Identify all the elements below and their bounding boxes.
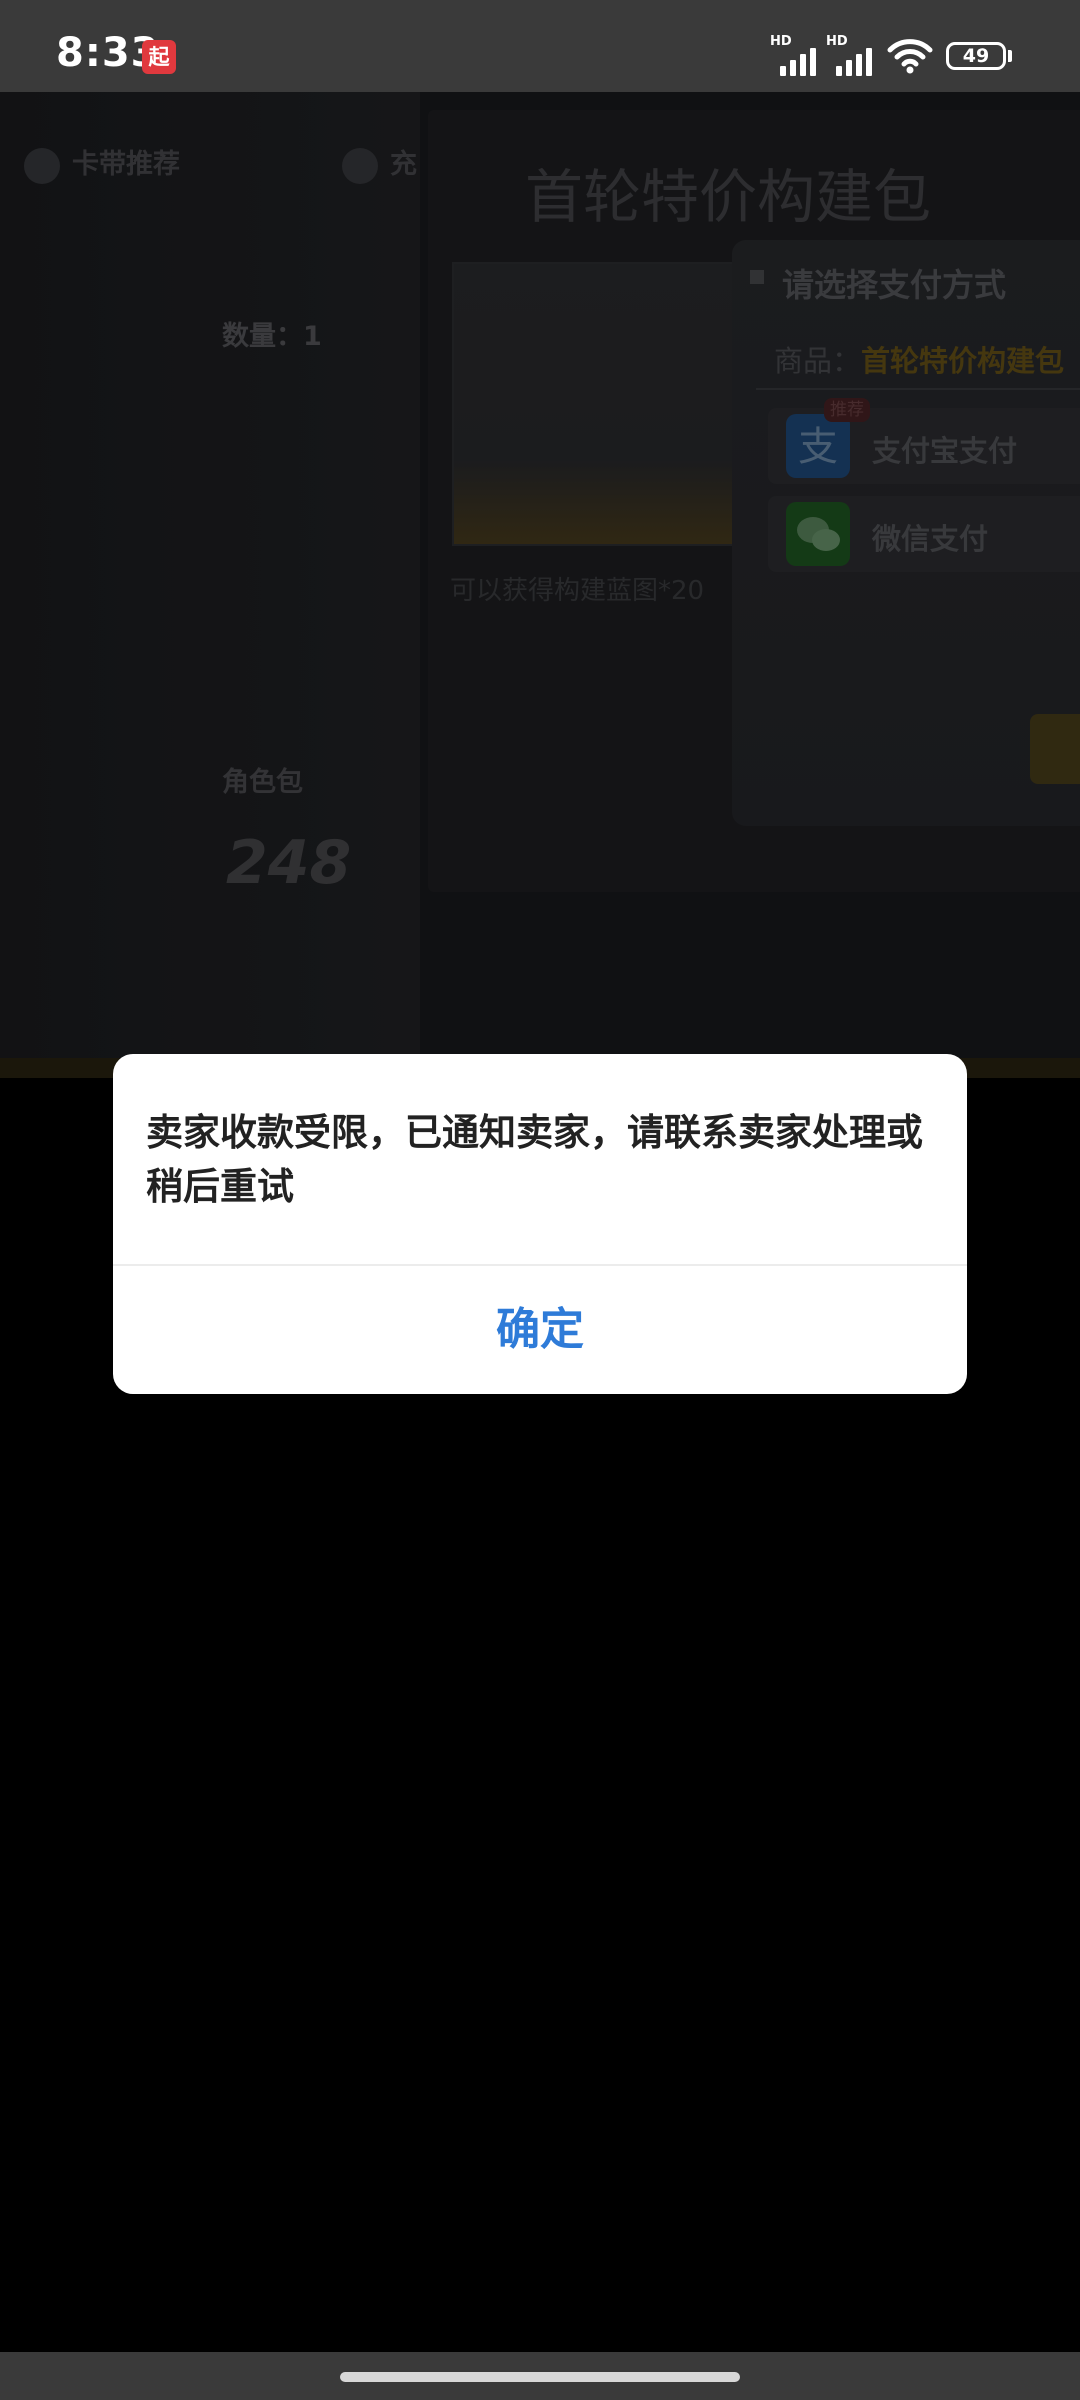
app-notification-icon: 起 [142, 40, 176, 74]
battery-tip [1008, 50, 1012, 62]
confirm-button[interactable]: 确定 [113, 1266, 967, 1394]
dialog-message: 卖家收款受限，已通知卖家，请联系卖家处理或稍后重试 [146, 1111, 923, 1208]
home-indicator[interactable] [340, 2372, 740, 2382]
battery-icon: 49 [946, 42, 1006, 70]
status-bar: 8:33 起 HD HD 49 [0, 0, 1080, 92]
battery-level: 49 [962, 45, 990, 67]
cell-signal-icon: HD [770, 34, 824, 76]
alert-dialog: 卖家收款受限，已通知卖家，请联系卖家处理或稍后重试 确定 [113, 1054, 967, 1394]
screen: 8:33 起 HD HD 49 卡带推荐 充 数量：1 角色包 248 首轮特价… [0, 0, 1080, 2400]
wifi-icon [887, 39, 933, 74]
cell-signal-icon: HD [826, 34, 880, 76]
modal-overlay [0, 92, 1080, 1078]
